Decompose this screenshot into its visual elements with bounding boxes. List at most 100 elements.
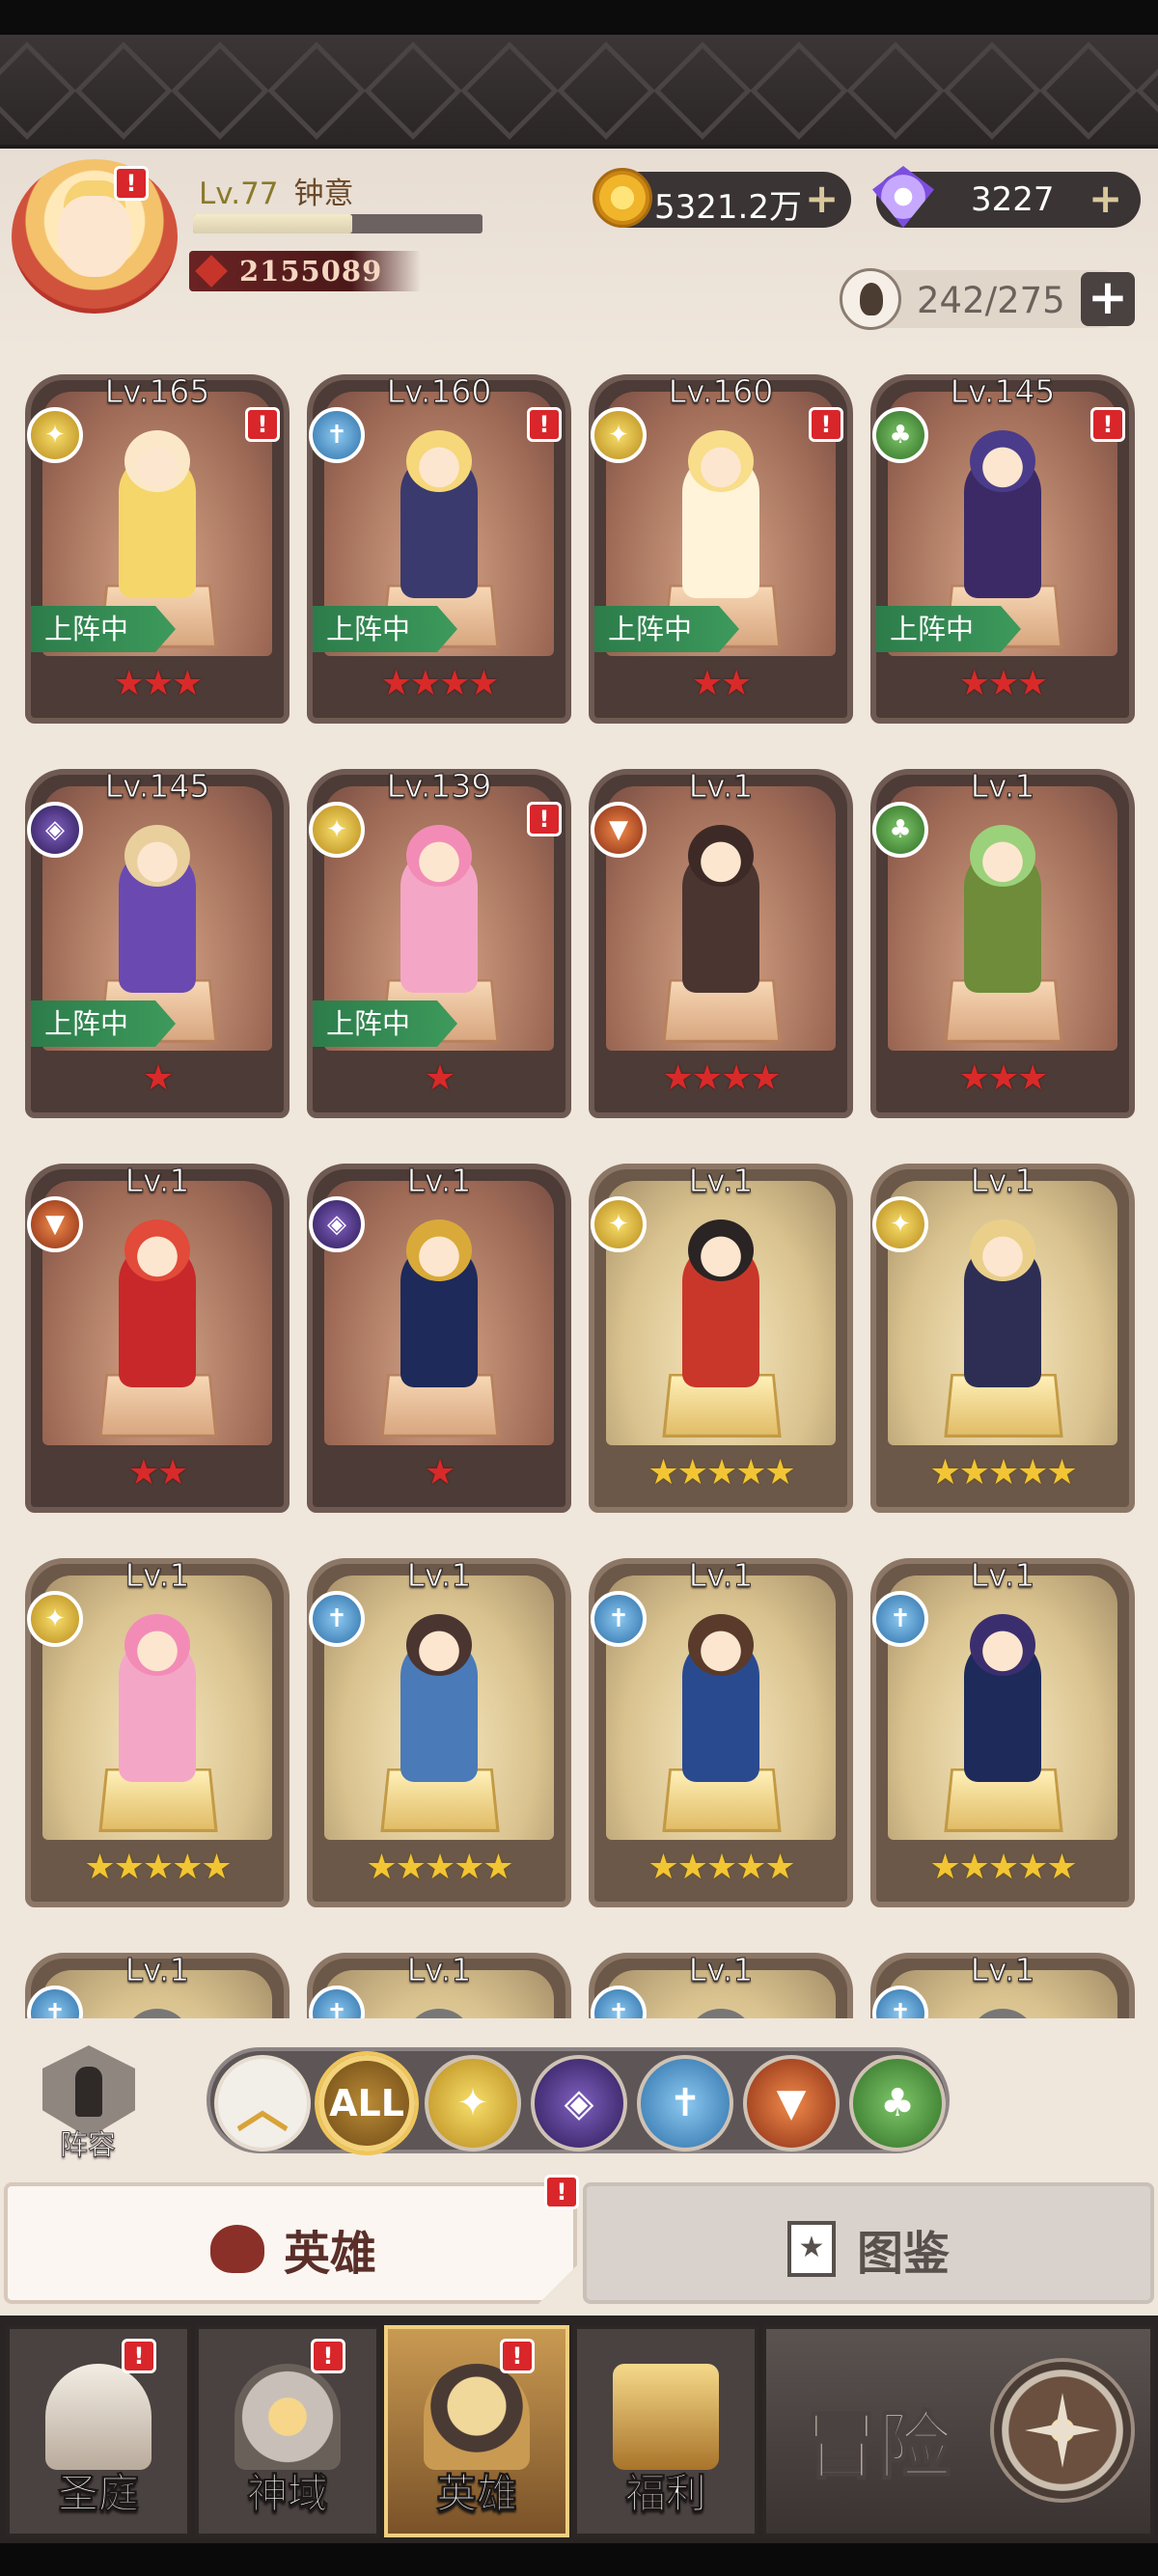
hero-card[interactable]: Lv.1 ✦ ★★★★★: [25, 1541, 290, 1907]
deployed-tag: 上阵中: [313, 606, 457, 652]
hero-level: Lv.145: [950, 372, 1056, 411]
hero-sprite-head: [970, 825, 1035, 887]
hero-card[interactable]: Lv.160 ✦! 上阵中 ★★: [589, 357, 853, 724]
hero-level: Lv.1: [688, 1162, 754, 1200]
hero-card[interactable]: Lv.1 ▼ ★★: [25, 1146, 290, 1513]
filter-beast-icon[interactable]: ▼: [743, 2055, 840, 2151]
nav-label: 神域: [246, 2470, 328, 2518]
hero-card[interactable]: Lv.1 ✝: [589, 1935, 853, 2018]
hero-alert-badge: !: [527, 407, 562, 442]
hero-level: Lv.1: [970, 1951, 1035, 1989]
deployed-tag: 上阵中: [876, 606, 1021, 652]
hero-card[interactable]: Lv.1 ✝ ★★★★★: [307, 1541, 571, 1907]
band-ornament: [943, 41, 1041, 140]
hero-star-rating: ★★★: [113, 664, 204, 703]
hero-level: Lv.1: [124, 1162, 190, 1200]
nav-label: 圣庭: [57, 2470, 139, 2518]
hero-star-rating: ★★★★★: [648, 1453, 795, 1493]
hero-level: Lv.1: [970, 1162, 1035, 1200]
diamond-amount: 3227: [971, 180, 1055, 219]
avatar-portrait: [58, 196, 131, 277]
hero-sprite-head: [970, 1219, 1035, 1281]
filter-holy-icon[interactable]: ✝: [637, 2055, 733, 2151]
diamond-counter[interactable]: 3227 +: [872, 166, 1141, 228]
band-ornament: [750, 41, 848, 140]
hero-sprite-head: [688, 1614, 754, 1676]
faction-dark-icon: ◈: [27, 802, 83, 858]
status-bar: [0, 0, 1158, 35]
filter-light-icon[interactable]: ✦: [425, 2055, 521, 2151]
hero-card[interactable]: Lv.1 ✦ ★★★★★: [589, 1146, 853, 1513]
deployed-tag: 上阵中: [594, 606, 739, 652]
player-level-name: Lv.77 钟意: [199, 169, 354, 212]
add-diamond-button[interactable]: +: [1089, 178, 1122, 220]
heroes-tab-alert-badge: !: [544, 2175, 579, 2209]
add-gold-button[interactable]: +: [805, 178, 839, 220]
system-nav-bar: [0, 2543, 1158, 2576]
filter-all-button[interactable]: ALL: [318, 2055, 415, 2151]
faction-beast-icon: ▼: [591, 802, 647, 858]
hero-sprite-head: [406, 1219, 472, 1281]
tab-heroes-label: 英雄: [284, 2227, 377, 2281]
nav-item-treasure-chest[interactable]: 福利: [573, 2325, 758, 2537]
faction-nature-icon: ♣: [872, 802, 928, 858]
hero-alert-badge: !: [245, 407, 280, 442]
hero-sprite-head: [124, 430, 190, 492]
hero-sprite-head: [688, 1219, 754, 1281]
hero-card[interactable]: Lv.1 ▼ ★★★★: [589, 752, 853, 1118]
filter-collapse-icon[interactable]: ︿: [214, 2055, 311, 2151]
faction-light-icon: ✦: [591, 1196, 647, 1252]
nav-item-court[interactable]: 圣庭!: [6, 2325, 191, 2537]
hero-card[interactable]: Lv.139 ✦! 上阵中 ★: [307, 752, 571, 1118]
band-ornament: [364, 41, 462, 140]
nav-item-hero-helmet[interactable]: 英雄!: [384, 2325, 569, 2537]
adventure-button[interactable]: 冒险: [762, 2325, 1154, 2537]
faction-holy-icon: ✝: [591, 1591, 647, 1647]
hero-card[interactable]: Lv.1 ✝ ★★★★★: [589, 1541, 853, 1907]
faction-nature-icon: ♣: [872, 407, 928, 463]
band-ornament: [0, 41, 76, 140]
nav-item-divine-realm[interactable]: 神域!: [195, 2325, 380, 2537]
tab-codex[interactable]: ★ 图鉴: [583, 2182, 1154, 2304]
hero-level: Lv.160: [386, 372, 492, 411]
band-ornament: [1136, 41, 1158, 140]
hero-star-rating: ★: [424, 1453, 455, 1493]
faction-light-icon: ✦: [27, 1591, 83, 1647]
faction-holy-icon: ✝: [309, 407, 365, 463]
top-ornament-band: [0, 35, 1158, 149]
hero-card[interactable]: Lv.160 ✝! 上阵中 ★★★★: [307, 357, 571, 724]
nav-label: 英雄: [435, 2470, 517, 2518]
lineup-button[interactable]: 阵容: [35, 2045, 141, 2162]
player-avatar[interactable]: [12, 159, 178, 314]
hero-level: Lv.145: [104, 767, 210, 806]
player-level: Lv.77: [199, 177, 279, 211]
hero-card[interactable]: Lv.1 ✝: [870, 1935, 1135, 2018]
hero-star-rating: ★★★: [958, 664, 1049, 703]
gold-coin-icon: [593, 168, 652, 228]
faction-holy-icon: ✝: [872, 1591, 928, 1647]
hero-alert-badge: !: [1090, 407, 1125, 442]
tab-heroes[interactable]: 英雄: [4, 2182, 577, 2304]
hero-card[interactable]: Lv.145 ◈ 上阵中 ★: [25, 752, 290, 1118]
hero-star-rating: ★: [142, 1058, 174, 1098]
hero-card[interactable]: Lv.145 ♣! 上阵中 ★★★: [870, 357, 1135, 724]
hero-level: Lv.139: [386, 767, 492, 806]
filter-dark-icon[interactable]: ◈: [531, 2055, 627, 2151]
hero-card[interactable]: Lv.165 ✦! 上阵中 ★★★: [25, 357, 290, 724]
compass-icon: [990, 2358, 1135, 2503]
band-ornament: [653, 41, 752, 140]
hero-card[interactable]: Lv.1 ✝ ★★★★★: [870, 1541, 1135, 1907]
hero-card[interactable]: Lv.1 ✝: [307, 1935, 571, 2018]
hero-card[interactable]: Lv.1 ♣ ★★★: [870, 752, 1135, 1118]
expand-capacity-button[interactable]: +: [1081, 272, 1135, 326]
exp-bar-fill: [193, 214, 352, 233]
filter-nature-icon[interactable]: ♣: [849, 2055, 946, 2151]
hero-card[interactable]: Lv.1 ✝: [25, 1935, 290, 2018]
gold-counter[interactable]: 5321.2万 +: [593, 168, 851, 228]
band-ornament: [171, 41, 269, 140]
hero-level: Lv.1: [688, 1556, 754, 1595]
hero-star-rating: ★★★★★: [929, 1453, 1077, 1493]
hero-card[interactable]: Lv.1 ◈ ★: [307, 1146, 571, 1513]
hero-screen: ! Lv.77 钟意 2155089 5321.2万 + 3227 + 242/2…: [0, 0, 1158, 2576]
hero-card[interactable]: Lv.1 ✦ ★★★★★: [870, 1146, 1135, 1513]
